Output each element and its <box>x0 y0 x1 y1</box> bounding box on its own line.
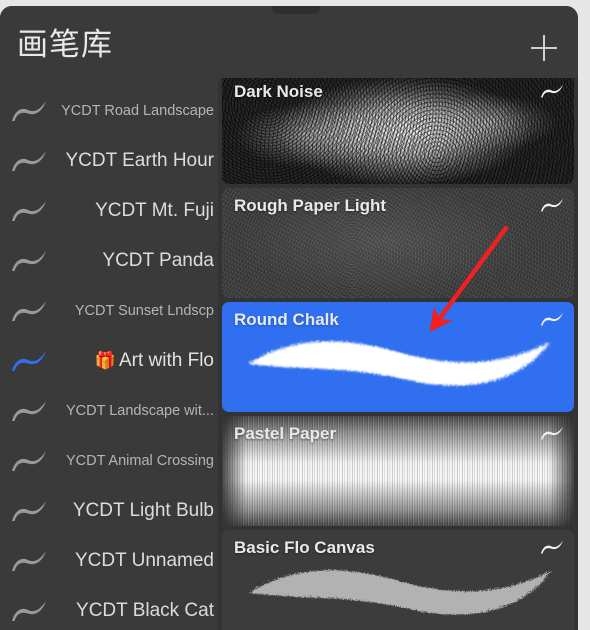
brush-stroke-icon <box>6 244 52 278</box>
brush-stroke-icon <box>539 82 565 100</box>
brush-card[interactable]: Dark Noise <box>222 78 574 184</box>
brush-stroke-icon <box>12 201 46 221</box>
brush-stroke-icon <box>12 451 46 471</box>
brush-stroke-icon <box>12 601 46 621</box>
brush-card-title: Basic Flo Canvas <box>234 538 375 557</box>
brush-stroke-icon <box>12 251 46 271</box>
brush-stroke-icon <box>539 538 565 556</box>
brush-stroke-icon <box>6 194 52 228</box>
sidebar-item-label: YCDT Earth Hour <box>65 150 214 171</box>
brush-stroke-icon <box>12 351 46 371</box>
brush-stroke-icon <box>540 198 564 212</box>
gift-icon: 🎁 <box>94 351 116 370</box>
sidebar-item-ycdt-landscape-wit[interactable]: YCDT Landscape wit... <box>0 386 218 436</box>
sidebar-item-label: YCDT Unnamed <box>74 550 214 571</box>
brush-card[interactable]: Basic Flo Canvas <box>222 530 574 630</box>
brush-stroke-icon <box>6 444 52 478</box>
brush-stroke-icon <box>540 426 564 440</box>
brush-list[interactable]: Dark Noise Rough Paper Light Round Chalk Pa… <box>218 78 578 630</box>
brush-stroke-icon <box>12 301 46 321</box>
brush-card-title: Round Chalk <box>234 310 339 329</box>
sidebar-item-label: YCDT Road Landscape <box>61 103 214 119</box>
brush-stroke-icon <box>12 501 46 521</box>
brush-card[interactable]: Rough Paper Light <box>222 188 574 298</box>
brush-card-title: Pastel Paper <box>234 424 337 443</box>
brush-stroke-icon <box>6 294 52 328</box>
sidebar-item-ycdt-light-bulb[interactable]: YCDT Light Bulb <box>0 486 218 536</box>
panel-header: 画笔库 <box>0 6 578 78</box>
sidebar-item-ycdt-animal-crossing[interactable]: YCDT Animal Crossing <box>0 436 218 486</box>
sidebar-item-ycdt-sunset-lndscp[interactable]: YCDT Sunset Lndscp <box>0 286 218 336</box>
sidebar-item-label: YCDT Landscape wit... <box>65 403 214 419</box>
sidebar-item-label: YCDT Mt. Fuji <box>95 200 214 221</box>
brush-set-sidebar[interactable]: YCDT Road Landscape YCDT Earth Hour YCDT M… <box>0 78 218 630</box>
sidebar-item-label: YCDT Light Bulb <box>72 500 214 521</box>
brush-stroke-icon <box>540 84 564 98</box>
brush-stroke-icon <box>6 594 52 628</box>
sidebar-item-label: YCDT Panda <box>102 250 214 271</box>
sidebar-item-label: YCDT Sunset Lndscp <box>74 303 214 319</box>
brush-library-panel: 画笔库 YCDT Road Landscape YCDT Earth Hour YC… <box>0 6 578 630</box>
sidebar-item-label: YCDT Animal Crossing <box>65 453 214 469</box>
brush-card-title: Dark Noise <box>234 82 323 101</box>
sidebar-item-ycdt-unnamed[interactable]: YCDT Unnamed <box>0 536 218 586</box>
brush-card-selected[interactable]: Round Chalk <box>222 302 574 412</box>
sidebar-item-art-with-flo[interactable]: 🎁 Art with Flo <box>0 336 218 386</box>
brush-stroke-icon <box>12 151 46 171</box>
brush-stroke-icon <box>6 344 52 378</box>
brush-stroke-icon <box>540 312 564 326</box>
brush-stroke-icon <box>539 310 565 328</box>
brush-stroke-icon <box>540 540 564 554</box>
brush-stroke-icon <box>539 424 565 442</box>
brush-stroke-icon <box>12 401 46 421</box>
brush-card[interactable]: Pastel Paper <box>222 416 574 526</box>
sidebar-item-label: Art with Flo <box>118 350 214 371</box>
brush-stroke-icon <box>6 394 52 428</box>
brush-stroke-icon <box>12 101 46 121</box>
panel-drag-notch[interactable] <box>272 6 320 14</box>
sidebar-item-ycdt-black-cat[interactable]: YCDT Black Cat <box>0 586 218 630</box>
brush-stroke-icon <box>6 144 52 178</box>
brush-card-title: Rough Paper Light <box>234 196 387 215</box>
add-brush-button[interactable] <box>528 32 560 64</box>
page-title: 画笔库 <box>17 27 113 62</box>
sidebar-item-ycdt-mt-fuji[interactable]: YCDT Mt. Fuji <box>0 186 218 236</box>
sidebar-item-ycdt-earth-hour[interactable]: YCDT Earth Hour <box>0 136 218 186</box>
brush-stroke-icon <box>6 544 52 578</box>
brush-stroke-icon <box>539 196 565 214</box>
brush-stroke-icon <box>6 494 52 528</box>
sidebar-item-ycdt-panda[interactable]: YCDT Panda <box>0 236 218 286</box>
sidebar-item-label: YCDT Black Cat <box>76 600 214 621</box>
plus-icon-vertical <box>543 35 545 61</box>
brush-stroke-icon <box>12 551 46 571</box>
brush-stroke-icon <box>6 94 52 128</box>
sidebar-item-ycdt-road-landscape[interactable]: YCDT Road Landscape <box>0 86 218 136</box>
